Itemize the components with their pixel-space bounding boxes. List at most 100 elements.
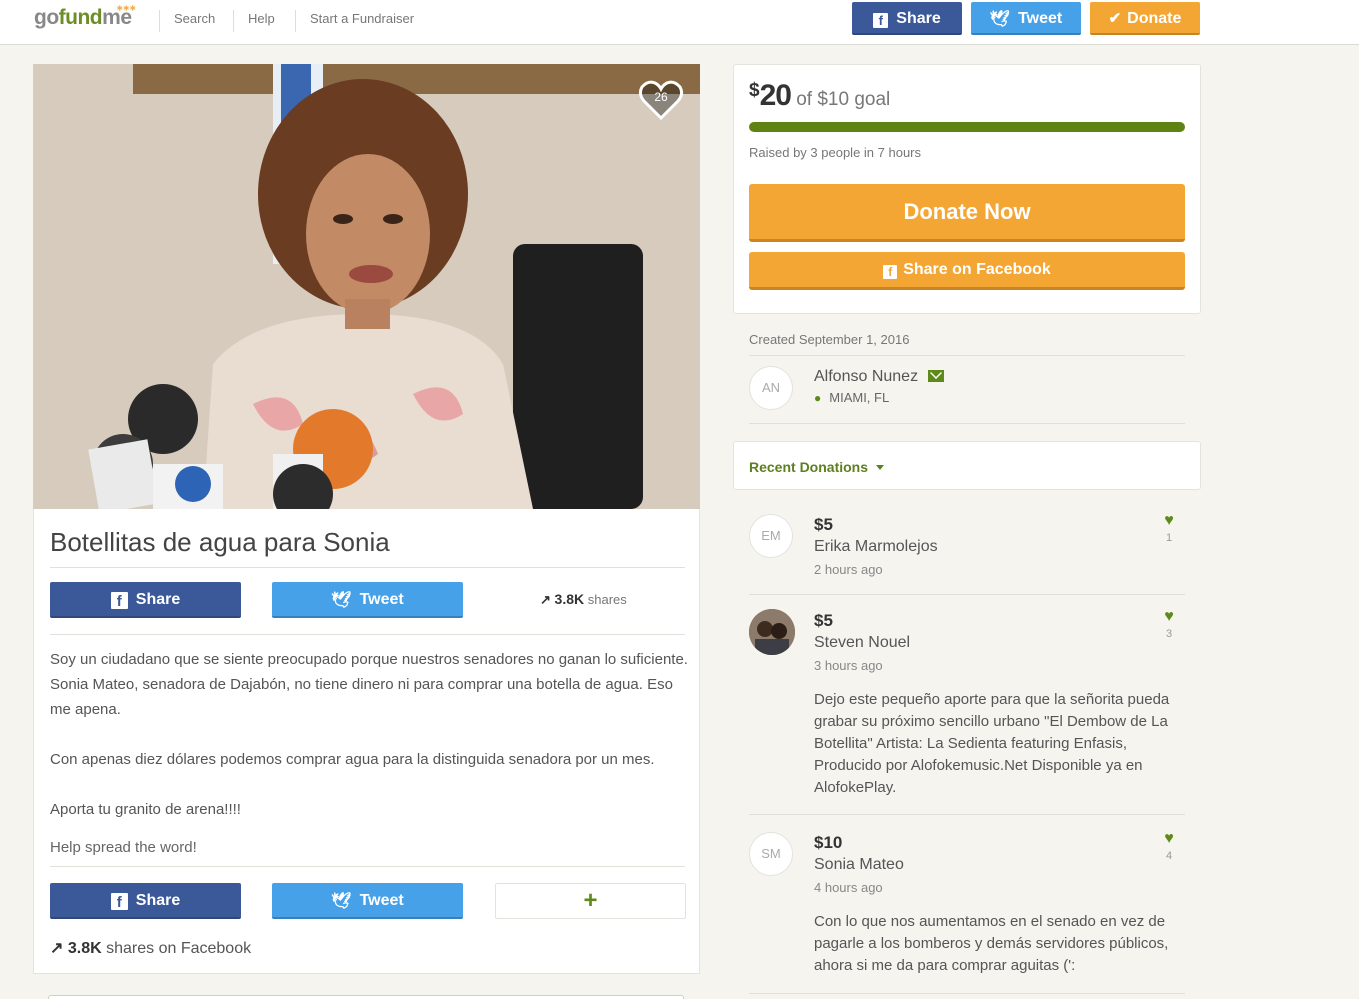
shares-fb-text: shares on Facebook (106, 940, 252, 957)
donor-photo-avatar (749, 609, 795, 655)
facebook-icon: f (873, 13, 889, 28)
donor-avatar: SM (749, 832, 793, 876)
map-pin-icon: ● (814, 391, 822, 405)
organizer-location: ● MIAMI, FL (814, 390, 889, 405)
divider (749, 355, 1185, 356)
campaign-card: Botellitas de agua para Sonia f Share 🕊 Tw… (33, 509, 700, 974)
donor-name: Erika Marmolejos (814, 538, 938, 555)
recent-donations-header[interactable]: Recent Donations (733, 441, 1201, 490)
help-spread-word: Help spread the word! (50, 839, 197, 856)
share-on-facebook-label: Share on Facebook (903, 261, 1051, 278)
twitter-icon: 🕊 (331, 893, 352, 910)
donation-time: 3 hours ago (814, 658, 883, 673)
divider (749, 423, 1185, 424)
envelope-icon[interactable] (928, 370, 945, 382)
shares-word: shares (587, 592, 627, 607)
header-share-button[interactable]: f Share (852, 2, 962, 35)
divider (749, 993, 1185, 994)
facebook-icon: f (110, 592, 128, 610)
raised-value: 20 (759, 79, 792, 112)
story-paragraph: Aporta tu granito de arena!!!! (50, 801, 241, 818)
heart-count: 26 (654, 90, 668, 104)
recent-donations-title[interactable]: Recent Donations (749, 459, 885, 475)
divider (749, 594, 1185, 595)
campaign-photo (33, 64, 700, 509)
donation-amount: $5 (814, 515, 833, 534)
donation-time: 2 hours ago (814, 562, 883, 577)
shares-fb-count: 3.8K (67, 940, 102, 957)
donation-goal-card: $20 of $10 goal Raised by 3 people in 7 … (733, 64, 1201, 314)
tweet-button-bottom[interactable]: 🕊 Tweet (272, 883, 463, 919)
donation-comment: Dejo este pequeño aporte para que la señ… (814, 691, 1170, 796)
top-navigation-bar: gofundme ⁎⁎⁎ Search Help Start a Fundrai… (0, 0, 1359, 45)
donation-amount: $10 (814, 833, 843, 852)
donor-name: Steven Nouel (814, 634, 911, 651)
tweet-label: Tweet (359, 892, 404, 909)
nav-help[interactable]: Help (233, 10, 275, 32)
donation-amount: $5 (814, 611, 833, 630)
organizer-avatar[interactable]: AN (749, 366, 793, 410)
campaign-photo-illustration (33, 64, 700, 509)
gofundme-logo[interactable]: gofundme ⁎⁎⁎ (34, 1, 136, 36)
header-tweet-label: Tweet (1018, 10, 1063, 27)
trending-icon: ↗ (540, 592, 551, 607)
donor-avatar: EM (749, 514, 793, 558)
organizer-name-text: Alfonso Nunez (814, 368, 919, 385)
progress-bar (749, 122, 1185, 132)
recent-donations-label: Recent Donations (749, 459, 869, 475)
header-tweet-button[interactable]: 🕊 Tweet (971, 2, 1081, 35)
twitter-icon: 🕊 (331, 592, 352, 609)
divider (749, 814, 1185, 815)
nav-start-fundraiser[interactable]: Start a Fundraiser (295, 10, 414, 32)
share-button-bottom[interactable]: f Share (50, 883, 241, 919)
like-count: 4 (1165, 850, 1173, 862)
shares-counter: ↗ 3.8K shares (540, 591, 627, 608)
next-card-edge (48, 995, 684, 999)
organizer-name[interactable]: Alfonso Nunez (814, 368, 945, 386)
donation-time: 4 hours ago (814, 880, 883, 895)
header-share-label: Share (896, 10, 941, 27)
heart-icon[interactable]: ♥ (1159, 609, 1179, 625)
divider (50, 567, 685, 568)
tweet-button[interactable]: 🕊 Tweet (272, 582, 463, 618)
logo-sun-icon: ⁎⁎⁎ (117, 1, 137, 13)
trending-icon: ↗ (50, 940, 64, 957)
divider (50, 634, 685, 635)
header-donate-button[interactable]: ✔ Donate (1090, 2, 1200, 35)
raised-amount: $20 of $10 goal (749, 79, 890, 113)
logo-go: go (34, 6, 59, 29)
organizer-location-text: MIAMI, FL (829, 390, 890, 405)
donor-name: Sonia Mateo (814, 856, 904, 873)
divider (50, 866, 685, 867)
twitter-icon: 🕊 (989, 11, 1011, 28)
share-on-facebook-button[interactable]: f Share on Facebook (749, 252, 1185, 290)
logo-fund: fund (58, 6, 103, 29)
shares-count: 3.8K (554, 591, 585, 607)
like-count: 3 (1165, 628, 1173, 640)
facebook-icon: f (883, 265, 898, 279)
share-label: Share (135, 892, 181, 909)
heart-icon[interactable]: ♥ (1159, 513, 1179, 529)
donation-comment: Con lo que nos aumentamos en el senado e… (814, 913, 1169, 974)
tweet-label: Tweet (359, 591, 404, 608)
raised-by-text: Raised by 3 people in 7 hours (749, 145, 922, 160)
caret-down-icon (876, 465, 885, 470)
heart-icon[interactable]: ♥ (1159, 831, 1179, 847)
story-paragraph: Soy un ciudadano que se siente preocupad… (50, 651, 688, 718)
header-donate-label: Donate (1127, 10, 1182, 27)
facebook-icon: f (110, 893, 128, 911)
created-date: Created September 1, 2016 (749, 332, 910, 347)
donor-photo (749, 609, 795, 655)
story-paragraph: Con apenas diez dólares podemos comprar … (50, 751, 655, 768)
facebook-shares: ↗ 3.8K shares on Facebook (50, 938, 251, 958)
share-label: Share (135, 591, 181, 608)
share-button[interactable]: f Share (50, 582, 241, 618)
nav-search[interactable]: Search (159, 10, 215, 32)
goal-text: of $10 goal (796, 89, 891, 110)
donate-now-button[interactable]: Donate Now (749, 184, 1185, 242)
campaign-title: Botellitas de agua para Sonia (50, 527, 390, 557)
like-count: 1 (1165, 532, 1173, 544)
more-share-button[interactable]: + (495, 883, 686, 919)
currency-symbol: $ (749, 80, 760, 101)
checkmark-icon: ✔ (1108, 10, 1122, 27)
